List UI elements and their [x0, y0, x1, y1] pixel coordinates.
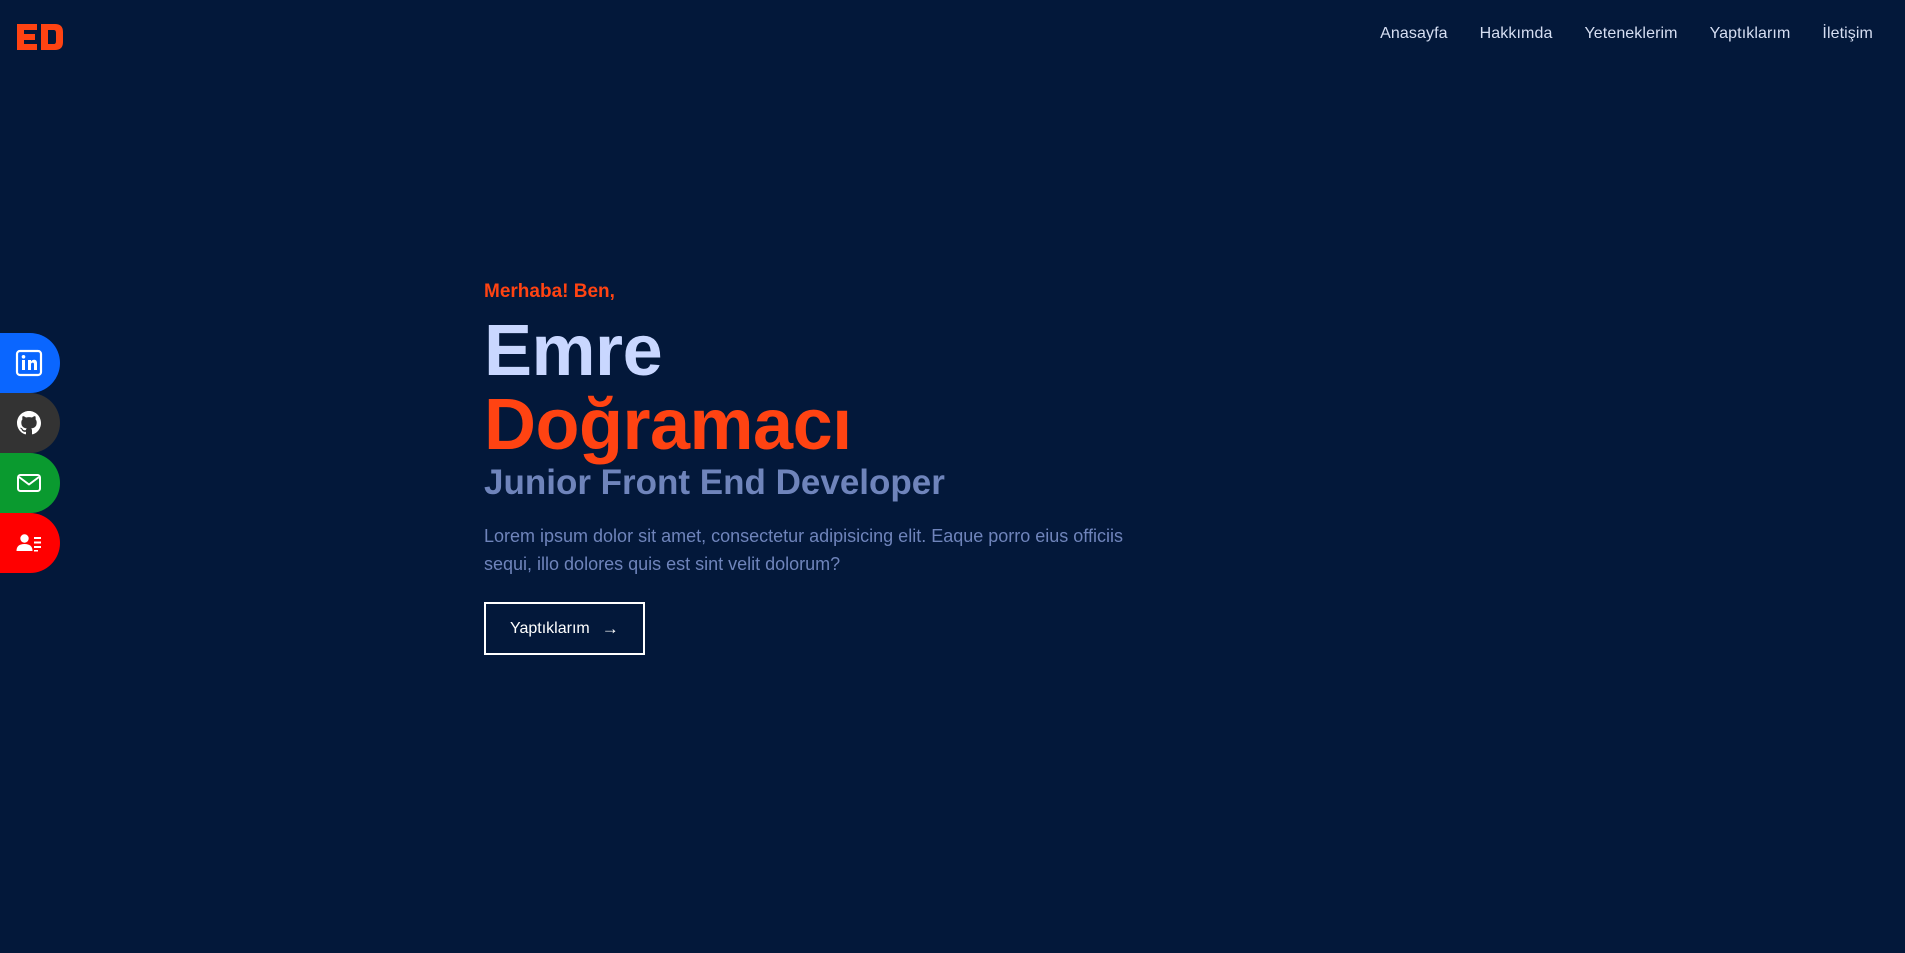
nav-link-home[interactable]: Anasayfa — [1380, 25, 1448, 43]
logo[interactable] — [15, 22, 65, 52]
last-name-heading: Doğramacı — [484, 385, 852, 465]
linkedin-button[interactable] — [0, 333, 60, 393]
mail-icon — [17, 474, 41, 492]
first-name-heading: Emre — [484, 311, 663, 391]
hero-section: Merhaba! Ben, Emre Doğramacı Junior Fron… — [484, 280, 1184, 655]
projects-button[interactable]: Yaptıklarım → — [484, 602, 645, 655]
hero-description: Lorem ipsum dolor sit amet, consectetur … — [484, 526, 1123, 574]
github-button[interactable] — [0, 393, 60, 453]
mail-button[interactable] — [0, 453, 60, 513]
page: Anasayfa Hakkımda Yeteneklerim Yaptıklar… — [0, 0, 1905, 953]
main-nav: Anasayfa Hakkımda Yeteneklerim Yaptıklar… — [1380, 25, 1873, 43]
arrow-right-icon: → — [601, 619, 619, 638]
nav-link-about[interactable]: Hakkımda — [1480, 25, 1553, 43]
role-title: Junior Front End Developer — [484, 463, 945, 502]
nav-link-projects[interactable]: Yaptıklarım — [1710, 25, 1791, 43]
projects-button-label: Yaptıklarım — [510, 619, 590, 637]
contact-card-button[interactable] — [0, 513, 60, 573]
nav-link-skills[interactable]: Yeteneklerim — [1584, 25, 1677, 43]
logo-icon — [17, 24, 63, 50]
site-header: Anasayfa Hakkımda Yeteneklerim Yaptıklar… — [0, 0, 1905, 74]
linkedin-icon — [15, 349, 43, 377]
github-icon — [17, 411, 41, 435]
nav-link-contact[interactable]: İletişim — [1822, 25, 1873, 43]
social-sidebar — [0, 333, 60, 573]
greeting-text: Merhaba! Ben, — [484, 281, 615, 302]
contact-card-icon — [16, 534, 41, 552]
